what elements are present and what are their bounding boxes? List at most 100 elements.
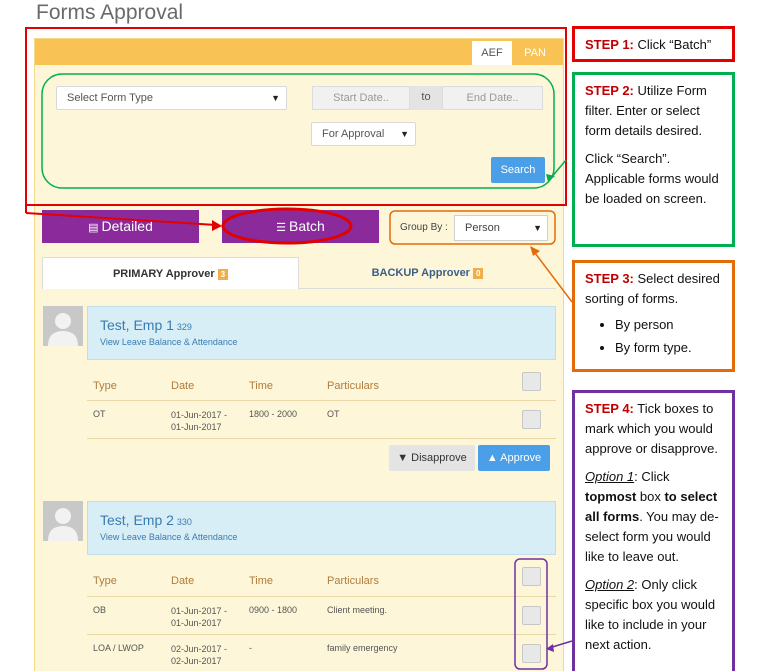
column-header: Type — [93, 380, 117, 392]
column-header: Time — [249, 575, 274, 587]
count-badge: 3 — [217, 268, 229, 280]
row-date: 01-Jun-2017 - 01-Jun-2017 — [171, 606, 228, 628]
employee-card: Test, Emp 2 330 View Leave Balance & Atte… — [87, 501, 556, 555]
approver-tabs: PRIMARY Approver 3 BACKUP Approver 0 — [42, 257, 556, 289]
row-date: 01-Jun-2017 - 01-Jun-2017 — [171, 410, 228, 432]
tab-aef[interactable]: AEF — [472, 41, 512, 65]
list-icon: ☰ — [276, 222, 287, 234]
form-type-value: Select Form Type — [67, 92, 153, 104]
row-checkbox[interactable] — [522, 410, 541, 429]
primary-approver-label: PRIMARY Approver — [112, 268, 215, 280]
chevron-down-icon: ▼ — [271, 93, 280, 103]
row-checkbox[interactable] — [522, 606, 541, 625]
thumbs-up-icon: ▲ — [486, 452, 498, 464]
row-time: 0900 - 1800 — [249, 605, 298, 615]
chevron-down-icon: ▼ — [533, 223, 542, 233]
backup-approver-label: BACKUP Approver — [371, 267, 470, 279]
status-value: For Approval — [322, 128, 385, 140]
column-header: Type — [93, 575, 117, 587]
employee-id: 330 — [176, 517, 192, 527]
step4-annotation: STEP 4: Tick boxes to mark which you wou… — [572, 390, 735, 671]
step2-label: STEP 2: — [585, 83, 634, 98]
screen: Forms Approval AEF PAN Select Form Type … — [0, 0, 763, 671]
step4-option1: Option 1: Click topmost box to select al… — [585, 467, 722, 567]
column-header: Time — [249, 380, 274, 392]
option1-b: topmost — [585, 489, 637, 504]
row-checkbox[interactable] — [522, 644, 541, 663]
employee-name[interactable]: Test, Emp 2 330 — [100, 512, 192, 528]
step1-text: Click “Batch” — [637, 37, 712, 52]
disapprove-button[interactable]: ▼ Disapprove — [389, 445, 475, 471]
row-particulars: family emergency — [327, 643, 398, 653]
avatar — [43, 306, 83, 346]
batch-label: Batch — [289, 218, 325, 234]
approve-button[interactable]: ▲ Approve — [478, 445, 550, 471]
option2-label: Option 2 — [585, 577, 635, 592]
table-row: LOA / LWOP 02-Jun-2017 - 02-Jun-2017 - f… — [87, 634, 556, 671]
column-header: Date — [171, 575, 195, 587]
tab-primary-approver[interactable]: PRIMARY Approver 3 — [42, 257, 299, 289]
start-date-input[interactable]: Start Date.. — [312, 86, 410, 110]
table-row: OT 01-Jun-2017 - 01-Jun-2017 1800 - 2000… — [87, 400, 556, 438]
option1-a: : Click — [634, 469, 670, 484]
sort-option: By person — [615, 315, 722, 335]
employee-name[interactable]: Test, Emp 1 329 — [100, 317, 192, 333]
form-type-select[interactable]: Select Form Type ▼ — [56, 86, 287, 110]
thumbs-down-icon: ▼ — [397, 452, 409, 464]
table-header: Type Date Time Particulars — [87, 372, 556, 400]
count-badge: 0 — [472, 267, 484, 279]
approve-label: Approve — [500, 452, 542, 464]
status-select[interactable]: For Approval ▼ — [311, 122, 416, 146]
leave-balance-link[interactable]: View Leave Balance & Attendance — [100, 532, 237, 542]
row-type: OB — [93, 605, 107, 615]
row-date: 02-Jun-2017 - 02-Jun-2017 — [171, 644, 228, 666]
employee-name-text: Test, Emp 1 — [100, 317, 174, 333]
table-row: OB 01-Jun-2017 - 01-Jun-2017 0900 - 1800… — [87, 596, 556, 634]
group-by-label: Group By : — [400, 222, 448, 233]
option1-c: box — [636, 489, 665, 504]
step1-annotation: STEP 1: Click “Batch” — [572, 26, 735, 62]
date-to-label: to — [410, 86, 442, 110]
row-time: 1800 - 2000 — [249, 409, 298, 419]
group-by: Group By : Person ▼ — [392, 213, 554, 243]
step1-label: STEP 1: — [585, 37, 634, 52]
step3-label: STEP 3: — [585, 271, 634, 286]
detail-list-icon: ▤ — [88, 222, 99, 234]
batch-button[interactable]: ☰ Batch — [222, 210, 379, 243]
row-particulars: OT — [327, 409, 340, 419]
option1-label: Option 1 — [585, 469, 635, 484]
employee-id: 329 — [176, 322, 192, 332]
detailed-label: Detailed — [101, 218, 153, 234]
step2-text2: Click “Search”. Applicable forms would b… — [585, 151, 719, 206]
end-date-input[interactable]: End Date.. — [442, 86, 543, 110]
employee-card: Test, Emp 1 329 View Leave Balance & Atte… — [87, 306, 556, 360]
column-header: Date — [171, 380, 195, 392]
select-all-checkbox[interactable] — [522, 567, 541, 586]
chevron-down-icon: ▼ — [400, 129, 409, 139]
group-by-value: Person — [465, 222, 500, 234]
row-time: - — [249, 643, 252, 653]
detailed-button[interactable]: ▤ Detailed — [42, 210, 199, 243]
avatar — [43, 501, 83, 541]
step3-options: By person By form type. — [615, 315, 722, 358]
employee-name-text: Test, Emp 2 — [100, 512, 174, 528]
leave-balance-link[interactable]: View Leave Balance & Attendance — [100, 337, 237, 347]
step3-annotation: STEP 3: Select desired sorting of forms.… — [572, 260, 735, 372]
step2-annotation: STEP 2: Utilize Form filter. Enter or se… — [572, 72, 735, 247]
select-all-checkbox[interactable] — [522, 372, 541, 391]
row-particulars: Client meeting. — [327, 605, 388, 615]
column-header: Particulars — [327, 380, 379, 392]
column-header: Particulars — [327, 575, 379, 587]
row-type: LOA / LWOP — [93, 643, 144, 653]
search-button[interactable]: Search — [491, 157, 545, 183]
tab-pan[interactable]: PAN — [513, 41, 557, 65]
page-title: Forms Approval — [36, 1, 184, 24]
group-by-select[interactable]: Person ▼ — [454, 215, 548, 241]
step4-option2: Option 2: Only click specific box you wo… — [585, 575, 722, 655]
table-header: Type Date Time Particulars — [87, 567, 556, 595]
tab-backup-approver[interactable]: BACKUP Approver 0 — [299, 257, 556, 289]
row-type: OT — [93, 409, 106, 419]
sort-option: By form type. — [615, 338, 722, 358]
step4-label: STEP 4: — [585, 401, 634, 416]
disapprove-label: Disapprove — [411, 452, 467, 464]
